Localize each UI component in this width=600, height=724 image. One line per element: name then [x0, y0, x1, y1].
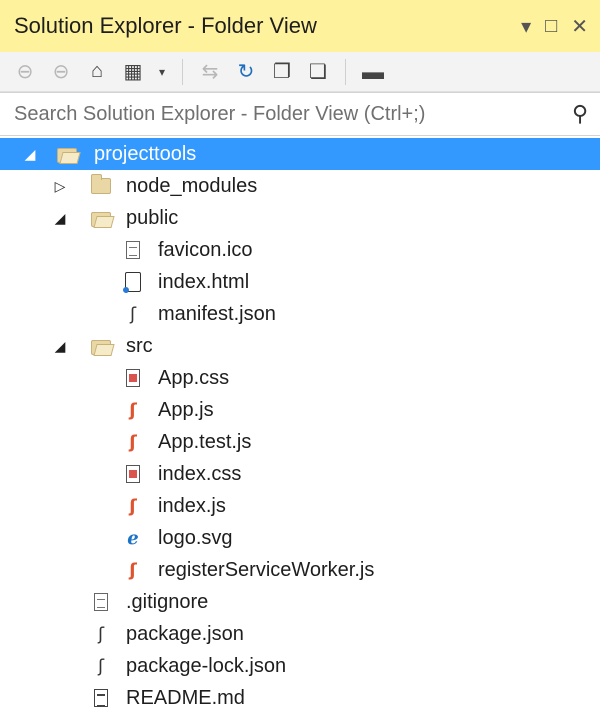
json-file-icon: ʃ [97, 655, 105, 677]
tree-item-app-test-js[interactable]: ʃ App.test.js [0, 426, 600, 458]
title-bar: Solution Explorer - Folder View ▾ □ ✕ [0, 0, 600, 52]
tree-item-register-service-worker[interactable]: ʃ registerServiceWorker.js [0, 554, 600, 586]
search-icon[interactable]: ⚲ [560, 101, 600, 127]
toolbar: ⊖ ⊖ ⌂ ▦ ▾ ⇆ ↻ ❐ ❏ ▬ [0, 52, 600, 92]
file-tree: ◢ projecttools ▷ node_modules ◢ public f… [0, 138, 600, 714]
solution-explorer-panel: Solution Explorer - Folder View ▾ □ ✕ ⊖ … [0, 0, 600, 724]
tree-item-label: favicon.ico [158, 238, 253, 261]
tree-item-package-json[interactable]: ʃ package.json [0, 618, 600, 650]
tree-item-label: package-lock.json [126, 654, 287, 677]
tree-item-label: projecttools [94, 142, 197, 165]
folder-icon [90, 174, 112, 197]
tree-item-label: public [126, 206, 179, 229]
properties-icon[interactable]: ▬ [360, 59, 386, 85]
js-file-icon: ʃ [129, 399, 137, 421]
folder-open-icon [90, 207, 112, 229]
tree-item-public[interactable]: ◢ public [0, 202, 600, 234]
close-icon[interactable]: ✕ [571, 14, 588, 39]
tree-item-index-js[interactable]: ʃ index.js [0, 490, 600, 522]
tree-item-label: .gitignore [126, 590, 209, 613]
tree-item-src[interactable]: ◢ src [0, 330, 600, 362]
expanded-arrow-icon[interactable]: ◢ [22, 146, 38, 162]
dropdown-icon[interactable]: ▾ [156, 59, 168, 85]
css-file-icon [122, 367, 144, 389]
show-all-files-icon[interactable]: ❏ [305, 59, 331, 85]
folder-open-icon [90, 335, 112, 357]
tree-item-readme[interactable]: README.md [0, 682, 600, 714]
tree-item-label: node_modules [126, 174, 258, 197]
window-title: Solution Explorer - Folder View [14, 13, 317, 38]
tree-item-label: manifest.json [158, 302, 276, 325]
tree-item-manifest-json[interactable]: ʃ manifest.json [0, 298, 600, 330]
css-file-icon [122, 463, 144, 485]
back-icon[interactable]: ⊖ [12, 59, 38, 85]
text-file-icon [90, 591, 112, 613]
expanded-arrow-icon[interactable]: ◢ [52, 338, 68, 354]
collapsed-arrow-icon[interactable]: ▷ [52, 178, 68, 194]
tree-item-label: logo.svg [158, 526, 233, 549]
tree-item-package-lock-json[interactable]: ʃ package-lock.json [0, 650, 600, 682]
search-box: ⚲ [0, 92, 600, 136]
js-file-icon: ʃ [129, 431, 137, 453]
svg-file-icon: ℯ [127, 527, 139, 549]
expanded-arrow-icon[interactable]: ◢ [52, 210, 68, 226]
toolbar-separator [345, 58, 346, 85]
dropdown-window-menu-icon[interactable]: ▾ [521, 14, 531, 39]
tree-item-projecttools[interactable]: ◢ projecttools [0, 138, 600, 170]
tree-item-logo-svg[interactable]: ℯ logo.svg [0, 522, 600, 554]
tree-item-label: App.test.js [158, 430, 252, 453]
folder-open-icon [56, 143, 78, 165]
tree-item-label: App.css [158, 366, 230, 389]
tree-item-favicon[interactable]: favicon.ico [0, 234, 600, 266]
search-input[interactable] [0, 93, 560, 135]
tree-item-index-html[interactable]: index.html [0, 266, 600, 298]
sync-icon[interactable]: ⇆ [197, 59, 223, 85]
js-file-icon: ʃ [129, 495, 137, 517]
maximize-icon[interactable]: □ [545, 15, 557, 38]
tree-item-label: package.json [126, 622, 244, 645]
js-file-icon: ʃ [129, 559, 137, 581]
tree-item-app-css[interactable]: App.css [0, 362, 600, 394]
tree-item-label: index.html [158, 270, 250, 293]
json-file-icon: ʃ [129, 303, 137, 325]
tree-item-label: index.css [158, 462, 242, 485]
tree-item-label: src [126, 334, 153, 357]
tree-item-label: README.md [126, 686, 245, 709]
home-icon[interactable]: ⌂ [84, 59, 110, 85]
tree-item-label: index.js [158, 494, 226, 517]
forward-icon[interactable]: ⊖ [48, 59, 74, 85]
collapse-all-icon[interactable]: ❐ [269, 59, 295, 85]
refresh-icon[interactable]: ↻ [233, 59, 259, 85]
tree-item-node-modules[interactable]: ▷ node_modules [0, 170, 600, 202]
tree-item-label: App.js [158, 398, 214, 421]
icon-file-icon [122, 239, 144, 261]
window-controls: ▾ □ ✕ [521, 14, 600, 39]
json-file-icon: ʃ [97, 623, 105, 645]
markdown-file-icon [90, 687, 112, 709]
tree-item-app-js[interactable]: ʃ App.js [0, 394, 600, 426]
tree-item-gitignore[interactable]: .gitignore [0, 586, 600, 618]
html-file-icon [122, 271, 144, 293]
tree-item-index-css[interactable]: index.css [0, 458, 600, 490]
tree-item-label: registerServiceWorker.js [158, 558, 375, 581]
switch-views-icon[interactable]: ▦ [120, 59, 146, 85]
toolbar-separator [182, 58, 183, 85]
